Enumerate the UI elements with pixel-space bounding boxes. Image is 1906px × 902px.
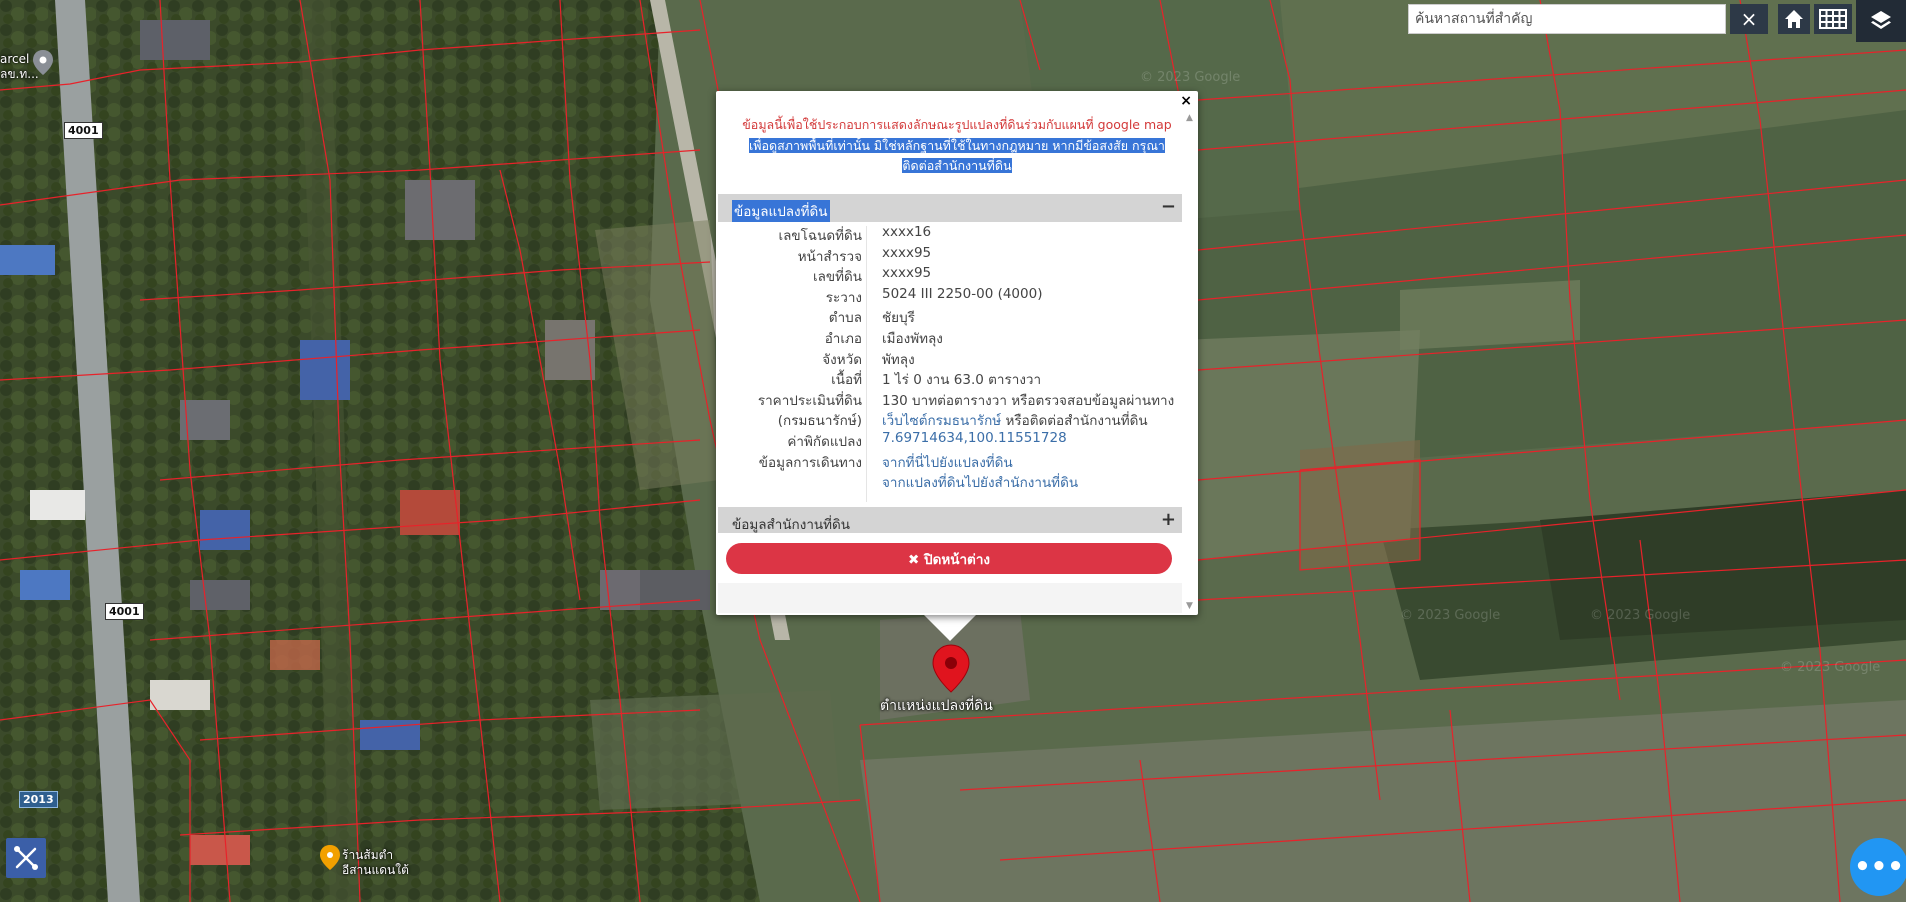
table-row: จังหวัด พัทลุง [718, 348, 1182, 369]
map-watermark: © 2023 Google [1140, 70, 1241, 85]
field-label: ระวาง [825, 289, 862, 306]
tools-icon [14, 846, 38, 870]
field-label: เลขที่ดิน [812, 269, 862, 286]
place-label-shop-line1: ร้านส้มตำ [342, 848, 394, 862]
section-land-office[interactable]: ข้อมูลสำนักงานที่ดิน + [718, 507, 1182, 533]
layers-icon [1871, 11, 1891, 29]
popup-tail [924, 615, 976, 641]
treasury-website-link[interactable]: เว็บไซต์กรมธนารักษ์ [882, 413, 1001, 429]
price-label: ราคาประเมินที่ดิน [757, 392, 862, 409]
map-watermark: © 2023 Google [1400, 608, 1501, 623]
place-label-shop-line2: อีสานแดนใต้ [342, 863, 409, 877]
field-label: อำเภอ [824, 330, 862, 347]
clear-search-button[interactable]: × [1730, 4, 1768, 34]
collapse-icon[interactable]: − [1161, 196, 1176, 217]
field-value: 1 ไร่ 0 งาน 63.0 ตารางวา [882, 372, 1042, 389]
field-label: เลขโฉนดที่ดิน [778, 228, 862, 244]
disclaimer-line3: ติดต่อสำนักงานที่ดิน [902, 158, 1012, 173]
table-row: ข้อมูลการเดินทาง จากที่นี่ไปยังแปลงที่ดิน [718, 451, 1182, 472]
coord-label: ค่าพิกัดแปลง [787, 433, 862, 450]
disclaimer-line2: เพื่อดูสภาพพื้นที่เท่านั้น มิใช่หลักฐานท… [749, 138, 1165, 153]
more-options-button[interactable]: ••• [1850, 838, 1906, 896]
close-window-button[interactable]: ✖ ปิดหน้าต่าง [726, 543, 1172, 574]
field-value: xxxx16 [882, 224, 932, 240]
parcel-info-popup: × ข้อมูลนี้เพื่อใช้ประกอบการแสดงลักษณะรู… [716, 91, 1198, 615]
scroll-up-icon[interactable]: ▲ [1186, 113, 1193, 123]
table-row: จากแปลงที่ดินไปยังสำนักงานที่ดิน [718, 471, 1182, 492]
table-row: ระวาง 5024 III 2250-00 (4000) [718, 286, 1182, 307]
grid-button[interactable] [1814, 4, 1852, 34]
price-label-sub: (กรมธนารักษ์) [777, 413, 862, 430]
layers-button[interactable] [1856, 0, 1906, 42]
table-row: ราคาประเมินที่ดิน 130 บาทต่อตารางวา หรือต… [718, 389, 1182, 410]
map-watermark: © 2023 Google [1590, 608, 1691, 623]
place-label-parcel-line1: arcel [0, 52, 30, 66]
disclaimer-line1: ข้อมูลนี้เพื่อใช้ประกอบการแสดงลักษณะรูปแ… [742, 117, 1172, 132]
field-value: ชัยบุรี [882, 310, 915, 327]
scroll-down-icon[interactable]: ▼ [1186, 601, 1193, 611]
table-row: อำเภอ เมืองพัทลุง [718, 327, 1182, 348]
table-row: เลขที่ดิน xxxx95 [718, 265, 1182, 286]
table-row: เนื้อที่ 1 ไร่ 0 งาน 63.0 ตารางวา [718, 368, 1182, 389]
section-parcel-title: ข้อมูลแปลงที่ดิน [732, 200, 830, 222]
home-button[interactable] [1778, 4, 1810, 34]
field-label: ตำบล [828, 310, 862, 327]
route-to-office-link[interactable]: จากแปลงที่ดินไปยังสำนักงานที่ดิน [882, 471, 1078, 493]
price-value: 130 บาทต่อตารางวา หรือตรวจสอบข้อมูลผ่านท… [882, 392, 1175, 409]
field-value: พัทลุง [882, 351, 915, 368]
field-label: หน้าสำรวจ [797, 248, 862, 265]
search-input[interactable] [1408, 4, 1726, 34]
table-row: เลขโฉนดที่ดิน xxxx16 [718, 224, 1182, 245]
coordinate-link[interactable]: 7.69714634,100.11551728 [882, 430, 1067, 446]
place-label-parcel-line2: ลข.ท... [0, 67, 39, 81]
tools-toggle-button[interactable] [6, 838, 46, 878]
table-row: หน้าสำรวจ xxxx95 [718, 245, 1182, 266]
disclaimer-highlighted: เพื่อดูสภาพพื้นที่เท่านั้น มิใช่หลักฐานท… [726, 136, 1188, 176]
table-row: ค่าพิกัดแปลง 7.69714634,100.11551728 [718, 430, 1182, 451]
parcel-marker-label: ตำแหน่งแปลงที่ดิน [880, 698, 993, 714]
table-row: (กรมธนารักษ์) เว็บไซต์กรมธนารักษ์ หรือติด… [718, 409, 1182, 430]
price-value-line2: เว็บไซต์กรมธนารักษ์ หรือติดต่อสำนักงานที… [882, 409, 1148, 431]
road-label-4001-bottom: 4001 [105, 603, 144, 620]
popup-scrollbar[interactable]: ▲ ▼ [1184, 113, 1198, 613]
more-icon: ••• [1854, 852, 1904, 882]
map-watermark: © 2023 Google [1780, 660, 1881, 675]
section-office-title: ข้อมูลสำนักงานที่ดิน [732, 517, 851, 533]
road-label-2013: 2013 [19, 791, 58, 808]
field-label: เนื้อที่ [831, 372, 862, 389]
route-to-parcel-link[interactable]: จากที่นี่ไปยังแปลงที่ดิน [882, 451, 1013, 473]
route-label: ข้อมูลการเดินทาง [758, 454, 862, 471]
field-value: xxxx95 [882, 265, 932, 282]
field-value: xxxx95 [882, 244, 932, 261]
price-value-suffix: หรือติดต่อสำนักงานที่ดิน [1001, 413, 1148, 430]
field-label: จังหวัด [822, 351, 862, 368]
field-value: เมืองพัทลุง [882, 330, 943, 347]
field-value: 5024 III 2250-00 (4000) [882, 285, 1043, 302]
popup-close-icon[interactable]: × [1180, 93, 1192, 109]
place-label-parcel[interactable]: arcel ลข.ท... [0, 52, 39, 82]
road-label-4001-top: 4001 [64, 122, 103, 139]
home-icon [1785, 10, 1803, 28]
close-icon: × [1740, 7, 1758, 31]
place-label-shop[interactable]: ร้านส้มตำ อีสานแดนใต้ [342, 848, 409, 878]
grid-icon [1819, 9, 1847, 29]
section-parcel-info[interactable]: ข้อมูลแปลงที่ดิน − [718, 194, 1182, 222]
parcel-info-table: เลขโฉนดที่ดิน xxxx16 หน้าสำรวจ xxxx95 เลขท… [718, 224, 1182, 492]
table-row: ตำบล ชัยบุรี [718, 306, 1182, 327]
expand-icon[interactable]: + [1161, 509, 1176, 530]
popup-footer [718, 583, 1182, 613]
